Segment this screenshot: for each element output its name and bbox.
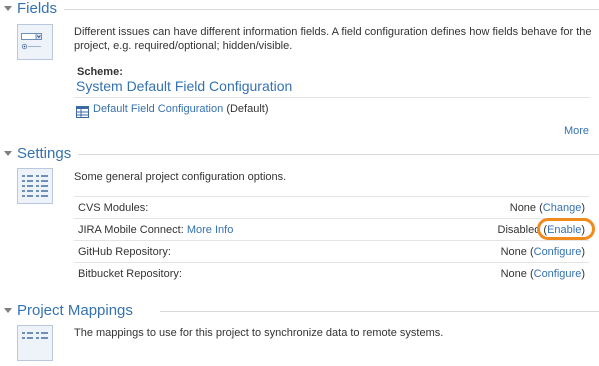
collapse-arrow-icon[interactable] bbox=[4, 151, 12, 156]
github-configure-link[interactable]: Configure bbox=[534, 246, 582, 258]
settings-row-github: GitHub Repository: None (Configure) bbox=[74, 240, 589, 263]
github-repository-label: GitHub Repository: bbox=[78, 246, 171, 258]
fields-more-link[interactable]: More bbox=[564, 125, 589, 137]
default-field-config-suffix: (Default) bbox=[226, 103, 269, 115]
collapse-arrow-icon[interactable] bbox=[4, 6, 12, 11]
jira-mobile-label: JIRA Mobile Connect: More Info bbox=[78, 224, 234, 236]
fields-description: Different issues can have different info… bbox=[74, 26, 592, 52]
project-mappings-divider bbox=[160, 311, 599, 312]
project-mappings-section-header[interactable]: Project Mappings bbox=[0, 302, 599, 322]
project-mappings-description: The mappings to use for this project to … bbox=[74, 327, 444, 339]
bitbucket-repository-value: None (Configure) bbox=[500, 268, 585, 280]
default-field-config-link[interactable]: Default Field Configuration bbox=[93, 103, 223, 115]
scheme-label: Scheme: bbox=[77, 66, 123, 78]
table-icon bbox=[76, 104, 89, 126]
cvs-modules-label: CVS Modules: bbox=[78, 202, 149, 214]
github-repository-value: None (Configure) bbox=[500, 246, 585, 258]
cvs-modules-value: None (Change) bbox=[509, 202, 585, 214]
more-info-link[interactable]: More Info bbox=[187, 224, 233, 236]
project-mappings-icon bbox=[17, 325, 53, 361]
fields-divider bbox=[64, 9, 599, 10]
settings-list-icon bbox=[17, 168, 53, 204]
fields-section-header[interactable]: Fields bbox=[0, 0, 599, 20]
highlight-callout-ring bbox=[537, 218, 595, 240]
bitbucket-repository-label: Bitbucket Repository: bbox=[78, 268, 182, 280]
cvs-change-link[interactable]: Change bbox=[543, 202, 582, 214]
settings-row-cvs: CVS Modules: None (Change) bbox=[74, 196, 589, 219]
field-configuration-row: Default Field Configuration (Default) bbox=[74, 97, 590, 122]
settings-title[interactable]: Settings bbox=[17, 145, 78, 163]
project-mappings-title[interactable]: Project Mappings bbox=[17, 302, 139, 320]
settings-row-jira-mobile: JIRA Mobile Connect: More Info Disabled … bbox=[74, 218, 589, 241]
field-config-icon bbox=[17, 24, 53, 60]
settings-divider bbox=[78, 154, 599, 155]
bitbucket-configure-link[interactable]: Configure bbox=[534, 268, 582, 280]
settings-row-bitbucket: Bitbucket Repository: None (Configure) bbox=[74, 262, 589, 285]
settings-description: Some general project configuration optio… bbox=[74, 171, 287, 183]
fields-title[interactable]: Fields bbox=[17, 0, 64, 18]
collapse-arrow-icon[interactable] bbox=[4, 308, 12, 313]
scheme-name-link[interactable]: System Default Field Configuration bbox=[76, 78, 292, 94]
settings-section-header[interactable]: Settings bbox=[0, 145, 599, 165]
